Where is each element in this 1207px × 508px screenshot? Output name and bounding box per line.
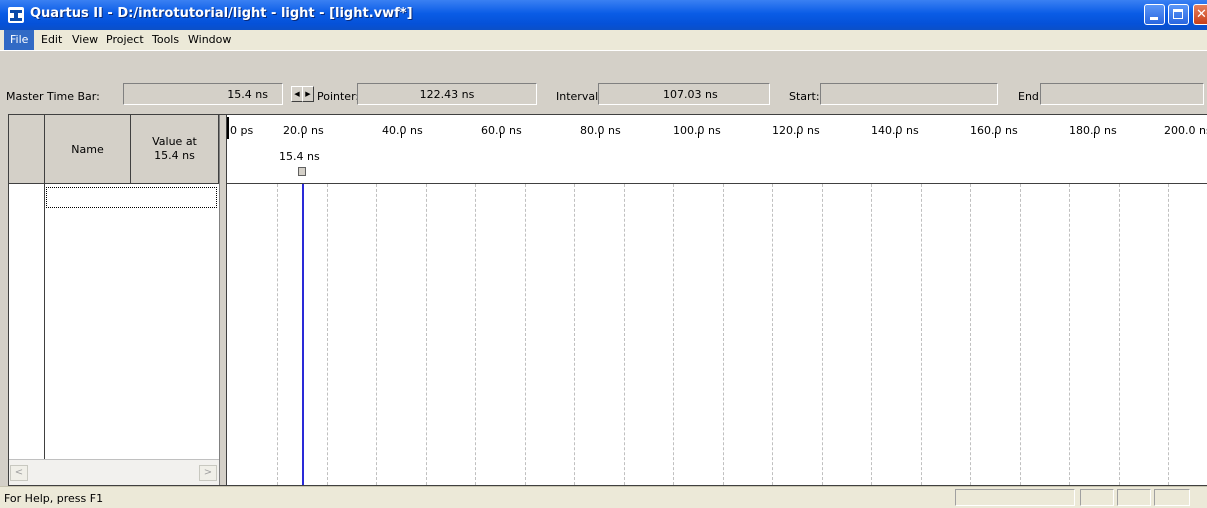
scroll-left-icon[interactable]: < (10, 465, 28, 481)
grid-line (970, 184, 971, 485)
interval-field: 107.03 ns (598, 83, 770, 105)
status-panel (1117, 489, 1151, 506)
time-toolbar: Master Time Bar: 15.4 ns ◀ ▶ Pointer: 12… (0, 50, 1207, 114)
quartus-app-icon[interactable] (8, 7, 24, 23)
menu-edit[interactable]: Edit (35, 30, 68, 50)
grid-line (723, 184, 724, 485)
tick-label: 100.0 ns (673, 124, 721, 137)
tick-label: 180.0 ns (1069, 124, 1117, 137)
tick-label: 20.0 ns (283, 124, 324, 137)
tick-label: 40.0 ns (382, 124, 423, 137)
menu-bar: File Edit View Project Tools Window (0, 30, 1207, 50)
status-text: For Help, press F1 (4, 492, 104, 505)
tick-mark (797, 132, 798, 138)
status-panel (955, 489, 1075, 506)
status-panel (1154, 489, 1190, 506)
tick-mark (1094, 132, 1095, 138)
start-field[interactable] (820, 83, 998, 105)
grid-line (525, 184, 526, 485)
end-field[interactable] (1040, 83, 1204, 105)
tick-label: 80.0 ns (580, 124, 621, 137)
maximize-button[interactable] (1168, 4, 1189, 25)
menu-tools[interactable]: Tools (146, 30, 185, 50)
menu-project[interactable]: Project (100, 30, 150, 50)
window-title: Quartus II - D:/introtutorial/light - li… (30, 6, 413, 21)
menu-window[interactable]: Window (182, 30, 237, 50)
name-column-header[interactable]: Name (45, 115, 131, 184)
start-label: Start: (789, 90, 820, 103)
waveform-grid[interactable] (227, 184, 1207, 485)
close-button[interactable]: ✕ (1193, 4, 1207, 25)
next-transition-button[interactable]: ▶ (302, 86, 314, 102)
scroll-right-icon[interactable]: > (199, 465, 217, 481)
grid-line (921, 184, 922, 485)
tick-label: 60.0 ns (481, 124, 522, 137)
grid-line (673, 184, 674, 485)
ruler-start-mark (227, 117, 229, 139)
grid-line (574, 184, 575, 485)
tick-mark (896, 132, 897, 138)
tick-mark (995, 132, 996, 138)
tick-mark (302, 132, 303, 138)
grid-line (376, 184, 377, 485)
grid-line (624, 184, 625, 485)
tick-mark (401, 132, 402, 138)
grid-line (1168, 184, 1169, 485)
grid-line (1119, 184, 1120, 485)
menu-view[interactable]: View (66, 30, 104, 50)
time-ruler[interactable]: 0 ps 20.0 ns 40.0 ns 60.0 ns 80.0 ns 100… (227, 115, 1207, 184)
grid-line (822, 184, 823, 485)
grid-line (871, 184, 872, 485)
tick-label: 200.0 ns (1164, 124, 1207, 137)
grid-line (772, 184, 773, 485)
pointer-label: Pointer: (317, 90, 360, 103)
grid-line (1020, 184, 1021, 485)
status-bar: For Help, press F1 (0, 486, 1207, 508)
tick-label: 140.0 ns (871, 124, 919, 137)
maximize-icon (1173, 9, 1183, 19)
grid-line (277, 184, 278, 485)
tick-mark (599, 132, 600, 138)
pointer-field: 122.43 ns (357, 83, 537, 105)
master-time-bar-handle[interactable] (298, 167, 306, 176)
value-column-header[interactable]: Value at 15.4 ns (131, 115, 219, 184)
tick-label: 160.0 ns (970, 124, 1018, 137)
grid-line (426, 184, 427, 485)
tick-mark (698, 132, 699, 138)
close-icon: ✕ (1196, 7, 1207, 22)
minimize-button[interactable] (1144, 4, 1165, 25)
menu-file[interactable]: File (4, 30, 35, 50)
master-time-bar-label: Master Time Bar: (6, 90, 100, 103)
gutter-header (9, 115, 44, 184)
grid-line (327, 184, 328, 485)
minimize-icon (1150, 17, 1158, 20)
master-time-bar-field[interactable]: 15.4 ns (123, 83, 283, 105)
tick-label: 0 ps (230, 124, 254, 137)
title-bar[interactable]: Quartus II - D:/introtutorial/light - li… (0, 0, 1207, 30)
tick-mark (500, 132, 501, 138)
horizontal-scrollbar[interactable]: < > (9, 459, 219, 485)
status-panel (1080, 489, 1114, 506)
pane-splitter[interactable] (219, 115, 227, 485)
waveform-editor: Name Value at 15.4 ns < > 0 ps 20.0 ns 4… (8, 114, 1207, 486)
tick-label: 120.0 ns (772, 124, 820, 137)
grid-line (475, 184, 476, 485)
end-label: End: (1018, 90, 1043, 103)
master-time-bar-marker-label: 15.4 ns (279, 150, 320, 163)
signal-row-focus[interactable] (46, 187, 217, 208)
grid-line (1069, 184, 1070, 485)
master-time-bar-line[interactable] (302, 184, 304, 485)
interval-label: Interval: (556, 90, 602, 103)
